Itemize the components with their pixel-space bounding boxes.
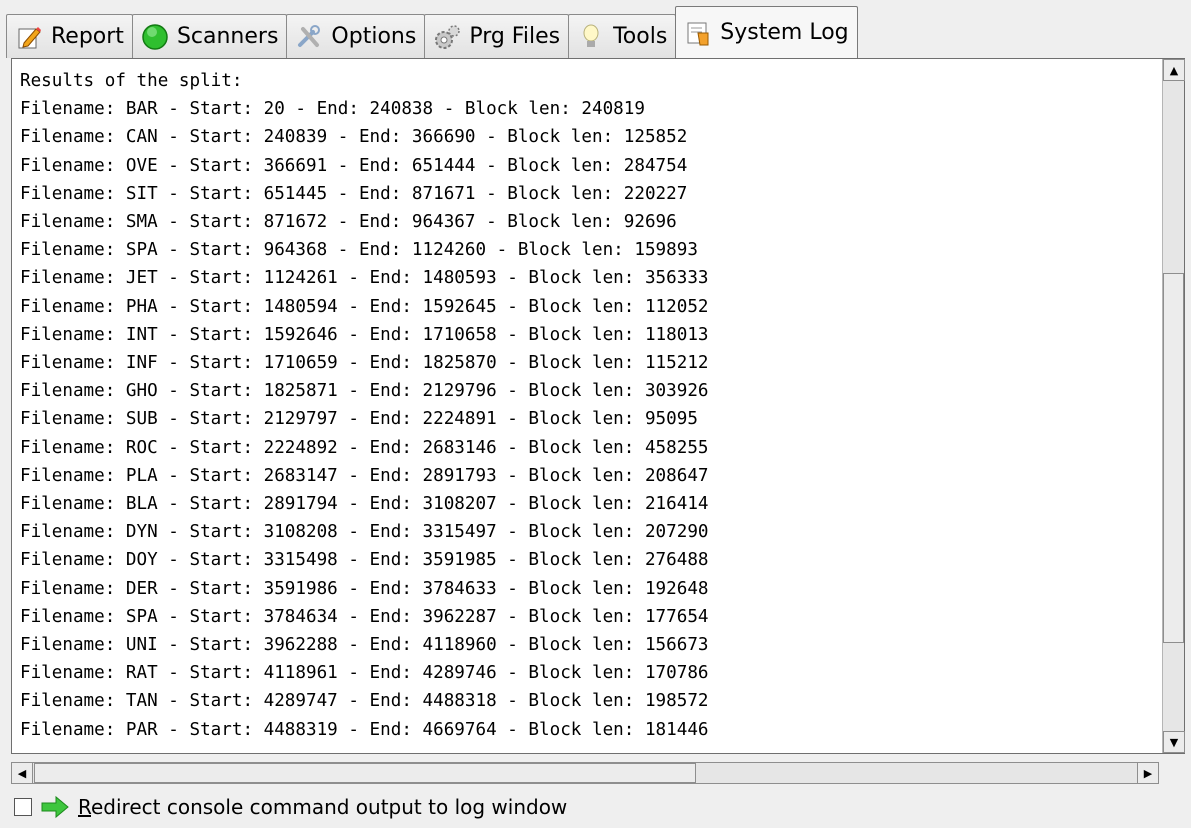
log-line: Filename: BAR - Start: 20 - End: 240838 … bbox=[20, 99, 645, 120]
log-line: Filename: DOY - Start: 3315498 - End: 35… bbox=[20, 550, 709, 571]
log-line: Filename: INF - Start: 1710659 - End: 18… bbox=[20, 353, 709, 374]
lightbulb-icon bbox=[577, 23, 605, 51]
tools-options-icon bbox=[295, 23, 323, 51]
log-line: Filename: CAN - Start: 240839 - End: 366… bbox=[20, 127, 688, 148]
tab-label: System Log bbox=[720, 20, 849, 45]
log-line: Filename: DYN - Start: 3108208 - End: 33… bbox=[20, 522, 709, 543]
tab-label: Scanners bbox=[176, 24, 279, 49]
tab-tools[interactable]: Tools bbox=[568, 14, 677, 58]
log-line: Filename: SMA - Start: 871672 - End: 964… bbox=[20, 212, 677, 233]
log-line: Filename: SPA - Start: 3784634 - End: 39… bbox=[20, 606, 709, 627]
log-line: Filename: DER - Start: 3591986 - End: 37… bbox=[20, 578, 709, 599]
tab-report[interactable]: Report bbox=[6, 14, 133, 58]
gears-icon bbox=[433, 23, 461, 51]
green-circle-icon bbox=[141, 23, 169, 51]
log-line: Filename: SUB - Start: 2129797 - End: 22… bbox=[20, 409, 698, 430]
log-line: Filename: UNI - Start: 3962288 - End: 41… bbox=[20, 635, 709, 656]
log-line: Filename: ROC - Start: 2224892 - End: 26… bbox=[20, 437, 709, 458]
tab-options[interactable]: Options bbox=[286, 14, 426, 58]
scroll-down-button[interactable]: ▼ bbox=[1163, 731, 1185, 753]
log-line: Filename: PHA - Start: 1480594 - End: 15… bbox=[20, 296, 709, 317]
arrow-left-icon: ◀ bbox=[17, 766, 27, 780]
log-line: Filename: TAN - Start: 4289747 - End: 44… bbox=[20, 691, 709, 712]
arrow-right-icon: ▶ bbox=[1143, 766, 1153, 780]
tab-label: Options bbox=[331, 24, 417, 49]
system-log-panel: Results of the split: Filename: BAR - Sta… bbox=[11, 58, 1185, 754]
log-line: Filename: BLA - Start: 2891794 - End: 31… bbox=[20, 494, 709, 515]
log-text-area[interactable]: Results of the split: Filename: BAR - Sta… bbox=[12, 59, 1162, 753]
redirect-checkbox[interactable] bbox=[14, 798, 32, 816]
tab-label: Prg Files bbox=[469, 24, 561, 49]
tab-prg-files[interactable]: Prg Files bbox=[424, 14, 570, 58]
arrow-down-icon: ▼ bbox=[1169, 735, 1179, 749]
log-line: Filename: JET - Start: 1124261 - End: 14… bbox=[20, 268, 709, 289]
scroll-up-button[interactable]: ▲ bbox=[1163, 59, 1185, 81]
arrow-up-icon: ▲ bbox=[1169, 63, 1179, 77]
tab-scanners[interactable]: Scanners bbox=[131, 14, 288, 58]
log-line: Results of the split: bbox=[20, 71, 243, 91]
pencil-report-icon bbox=[15, 23, 43, 51]
log-line: Filename: SPA - Start: 964368 - End: 112… bbox=[20, 240, 698, 261]
scroll-left-button[interactable]: ◀ bbox=[11, 762, 33, 784]
redirect-option: Redirect console command output to log w… bbox=[14, 794, 567, 820]
log-line: Filename: SIT - Start: 651445 - End: 871… bbox=[20, 183, 688, 204]
log-line: Filename: GHO - Start: 1825871 - End: 21… bbox=[20, 381, 709, 402]
tab-system-log[interactable]: System Log bbox=[675, 6, 858, 58]
log-line: Filename: OVE - Start: 366691 - End: 651… bbox=[20, 155, 688, 176]
tab-bar: Report Scanners Options Prg Files Tools … bbox=[6, 6, 858, 58]
vertical-scrollbar[interactable]: ▲ ▼ bbox=[1162, 59, 1185, 753]
green-arrow-icon bbox=[40, 795, 70, 819]
redirect-label[interactable]: Redirect console command output to log w… bbox=[78, 795, 567, 819]
scroll-right-button[interactable]: ▶ bbox=[1137, 762, 1159, 784]
tab-label: Report bbox=[51, 24, 124, 49]
vertical-scroll-thumb[interactable] bbox=[1163, 273, 1184, 643]
tab-label: Tools bbox=[613, 24, 668, 49]
horizontal-scrollbar[interactable]: ◀ ▶ bbox=[11, 762, 1159, 784]
log-line: Filename: PAR - Start: 4488319 - End: 46… bbox=[20, 719, 709, 740]
log-line: Filename: PLA - Start: 2683147 - End: 28… bbox=[20, 465, 709, 486]
log-icon bbox=[684, 19, 712, 47]
log-line: Filename: INT - Start: 1592646 - End: 17… bbox=[20, 324, 709, 345]
horizontal-scroll-thumb[interactable] bbox=[34, 763, 696, 783]
log-line: Filename: RAT - Start: 4118961 - End: 42… bbox=[20, 663, 709, 684]
